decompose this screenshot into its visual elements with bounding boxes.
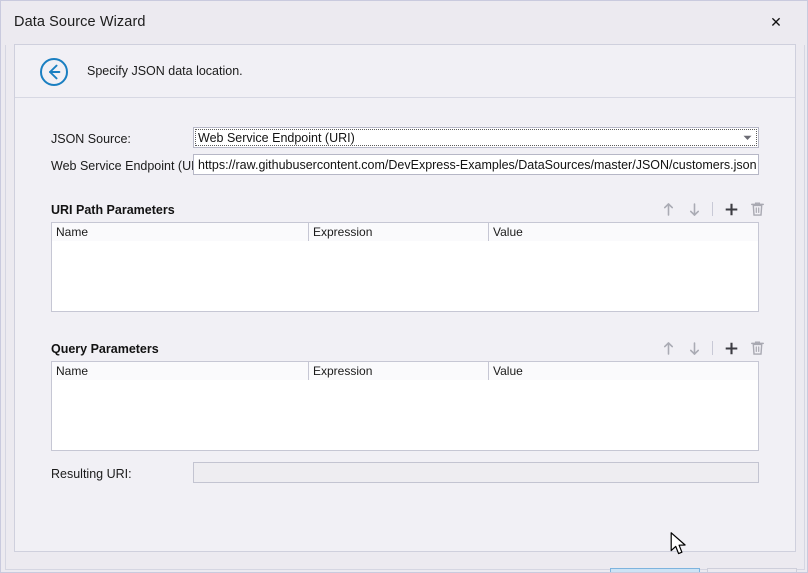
back-circle-arrow-icon — [40, 58, 68, 86]
json-source-combobox[interactable]: Web Service Endpoint (URI) — [193, 127, 759, 148]
wizard-body: JSON Source: Web Service Endpoint (URI) … — [15, 98, 797, 572]
endpoint-value: https://raw.githubusercontent.com/DevExp… — [198, 157, 757, 172]
back-button[interactable] — [39, 57, 69, 87]
uri-path-parameters-grid[interactable]: Name Expression Value — [51, 222, 759, 312]
uri-path-grid-header: Name Expression Value — [52, 223, 758, 242]
trash-icon — [750, 341, 764, 355]
toolbar-separator — [712, 202, 713, 216]
arrow-up-icon — [663, 341, 673, 355]
plus-icon — [725, 342, 737, 354]
wizard-panel: Specify JSON data location. JSON Source:… — [14, 44, 797, 572]
endpoint-label: Web Service Endpoint (URI): — [51, 159, 212, 173]
query-column-name[interactable]: Name — [52, 362, 308, 380]
query-column-expression[interactable]: Expression — [308, 362, 488, 380]
next-button[interactable]: Next — [610, 568, 700, 572]
data-source-wizard-window: Data Source Wizard ✕ Specify JSON data l… — [0, 0, 808, 573]
query-grid-body[interactable] — [52, 380, 758, 450]
query-add-button[interactable] — [718, 337, 744, 359]
uri-path-add-button[interactable] — [718, 198, 744, 220]
query-parameters-title: Query Parameters — [51, 342, 159, 356]
resulting-uri-input — [193, 462, 759, 483]
json-source-label: JSON Source: — [51, 132, 131, 146]
trash-icon — [750, 202, 764, 216]
query-delete-button[interactable] — [744, 337, 770, 359]
uri-path-move-down-button[interactable] — [681, 198, 707, 220]
uri-path-move-up-button[interactable] — [655, 198, 681, 220]
plus-icon — [725, 203, 737, 215]
uri-path-grid-body[interactable] — [52, 241, 758, 311]
arrow-down-icon — [689, 202, 699, 216]
query-parameters-grid[interactable]: Name Expression Value — [51, 361, 759, 451]
query-parameters-toolbar — [655, 337, 770, 359]
finish-button: Finish — [707, 568, 797, 572]
json-source-dropdown-button[interactable] — [739, 130, 756, 145]
uri-path-delete-button[interactable] — [744, 198, 770, 220]
toolbar-separator — [712, 341, 713, 355]
uri-path-parameters-title: URI Path Parameters — [51, 203, 175, 217]
endpoint-input[interactable]: https://raw.githubusercontent.com/DevExp… — [193, 154, 759, 175]
arrow-up-icon — [663, 202, 673, 216]
title-bar: Data Source Wizard ✕ — [1, 1, 807, 45]
query-move-up-button[interactable] — [655, 337, 681, 359]
uri-path-column-expression[interactable]: Expression — [308, 223, 488, 241]
wizard-step-caption: Specify JSON data location. — [87, 64, 243, 78]
chevron-down-icon — [743, 135, 752, 140]
json-source-value: Web Service Endpoint (URI) — [198, 130, 355, 145]
query-grid-header: Name Expression Value — [52, 362, 758, 381]
close-icon: ✕ — [770, 15, 782, 31]
window-title: Data Source Wizard — [14, 14, 146, 30]
uri-path-parameters-toolbar — [655, 198, 770, 220]
uri-path-column-name[interactable]: Name — [52, 223, 308, 241]
query-move-down-button[interactable] — [681, 337, 707, 359]
close-button[interactable]: ✕ — [753, 7, 799, 39]
uri-path-column-value[interactable]: Value — [488, 223, 758, 241]
arrow-down-icon — [689, 341, 699, 355]
wizard-header: Specify JSON data location. — [15, 45, 795, 98]
resulting-uri-label: Resulting URI: — [51, 467, 132, 481]
query-column-value[interactable]: Value — [488, 362, 758, 380]
